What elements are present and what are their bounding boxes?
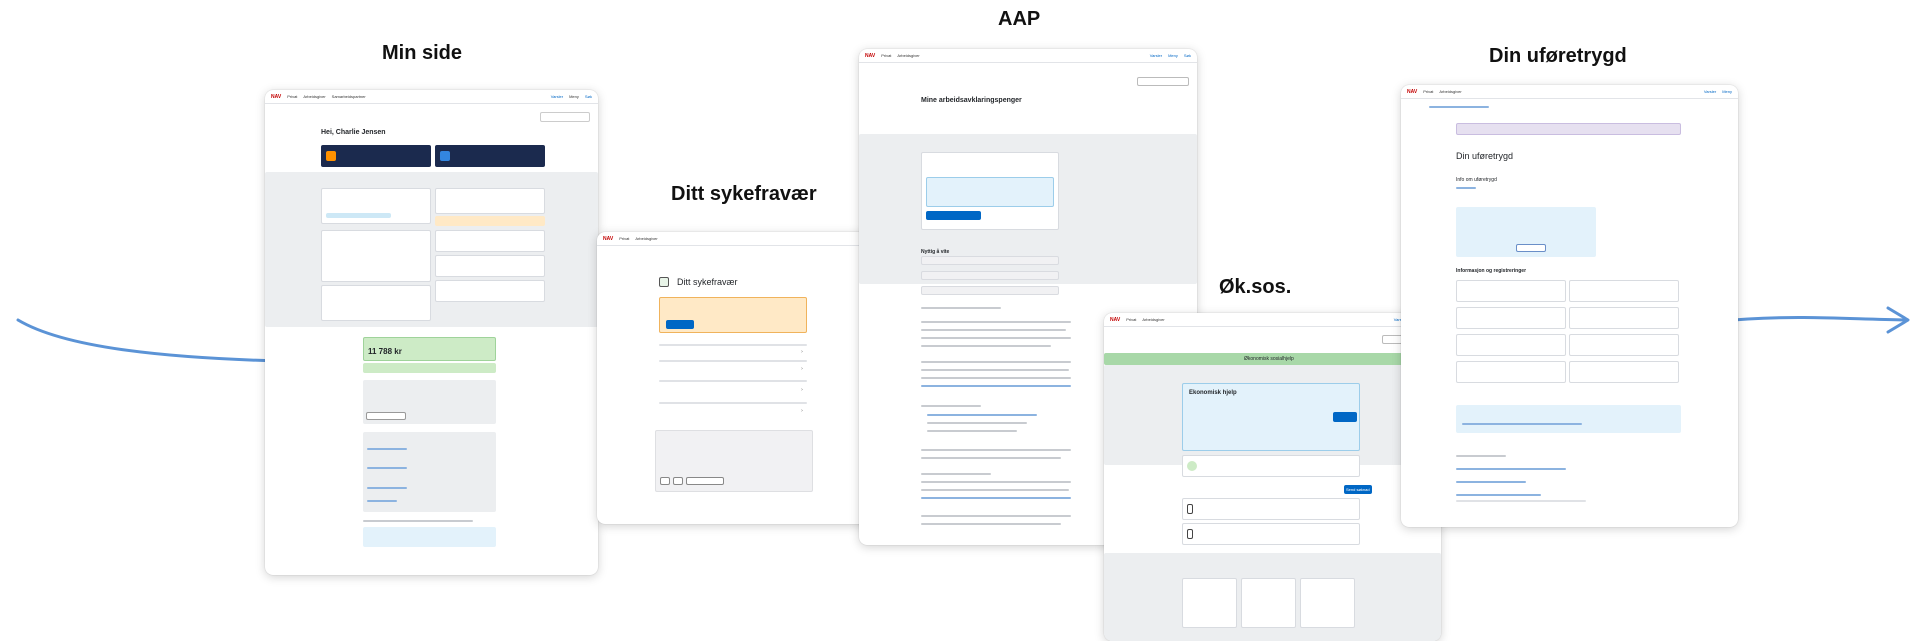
tile-1[interactable] <box>1182 578 1237 628</box>
uforetrygd-subtitle: Info om uføretrygd <box>1456 177 1497 183</box>
nav-privat[interactable]: Privat <box>287 94 297 99</box>
nav-bar: NAV Privat Arbeidsgiver Varsler Meny <box>1401 85 1738 99</box>
nav-logo: NAV <box>603 235 614 242</box>
panel-arbeidsledig[interactable] <box>435 188 545 214</box>
nav-meny[interactable]: Meny <box>569 94 579 99</box>
tile-2[interactable] <box>1241 578 1296 628</box>
amount-panel[interactable]: 11 788 kr <box>363 337 496 361</box>
nav-samarbeid[interactable]: Samarbeidspartner <box>332 94 366 99</box>
nav-arbeidsgiver[interactable]: Arbeidsgiver <box>897 53 919 58</box>
banner-text: Økonomisk sosialhjelp <box>1244 356 1294 362</box>
panel-info <box>321 285 431 321</box>
nav-logo: NAV <box>865 52 876 59</box>
nav-logo: NAV <box>1407 88 1418 95</box>
screenshot-uforetrygd: NAV Privat Arbeidsgiver Varsler Meny Din… <box>1401 85 1738 527</box>
info-box <box>1456 405 1681 433</box>
language-select[interactable] <box>1137 77 1189 86</box>
gray-block-2 <box>363 432 496 512</box>
send-button[interactable]: Send søknad <box>1344 485 1372 494</box>
nav-arbeidsgiver[interactable]: Arbeidsgiver <box>1142 317 1164 322</box>
section-heading: Nyttig å vite <box>921 249 950 255</box>
tile-2[interactable] <box>1569 280 1679 302</box>
nav-sok[interactable]: Søk <box>585 94 592 99</box>
info-alert <box>926 177 1054 207</box>
bandage-icon <box>659 277 669 287</box>
nav-privat[interactable]: Privat <box>619 236 629 241</box>
label-min-side: Min side <box>382 42 463 64</box>
screenshot-sykefravaer: NAV Privat Arbeidsgiver Meny Søk Ditt sy… <box>597 232 899 524</box>
link-row-2[interactable] <box>921 271 1059 280</box>
nav-varsler[interactable]: Varsler <box>1704 89 1716 94</box>
panel-sykefravaer[interactable] <box>321 188 431 224</box>
nav-arbeidsgiver[interactable]: Arbeidsgiver <box>303 94 325 99</box>
panel-utbetalinger[interactable] <box>1182 455 1360 477</box>
card-dark-1[interactable] <box>321 145 431 167</box>
doc-row-2[interactable] <box>1182 523 1360 545</box>
tile-3[interactable] <box>1456 307 1566 329</box>
send-label: Send søknad <box>1346 487 1370 492</box>
warning-strip <box>435 216 545 226</box>
nav-bar: NAV Privat Arbeidsgiver Meny Søk <box>597 232 899 246</box>
nav-varsler[interactable]: Varsler <box>1150 53 1162 58</box>
tile-4[interactable] <box>1569 307 1679 329</box>
alert-button[interactable] <box>666 320 694 329</box>
nav-arbeidsgiver[interactable]: Arbeidsgiver <box>1439 89 1461 94</box>
label-aap: AAP <box>998 8 1041 30</box>
nav-bar: NAV Privat Arbeidsgiver Varsler Meny Søk <box>1104 313 1441 327</box>
language-select[interactable] <box>540 112 590 122</box>
purple-alert <box>1456 123 1681 135</box>
info-button[interactable] <box>1333 412 1357 422</box>
info-block[interactable] <box>363 527 496 547</box>
status-button[interactable] <box>926 211 981 220</box>
tile-5[interactable] <box>1456 334 1566 356</box>
greeting: Hei, Charlie Jensen <box>321 129 386 136</box>
nav-arbeidsgiver[interactable]: Arbeidsgiver <box>635 236 657 241</box>
label-oksos: Øk.sos. <box>1219 276 1292 298</box>
warning-alert <box>659 297 807 333</box>
tile-1[interactable] <box>1456 280 1566 302</box>
amount-value: 11 788 kr <box>368 347 402 356</box>
nav-logo: NAV <box>1110 316 1121 323</box>
info-card <box>1456 207 1596 257</box>
panel-ny-2[interactable] <box>435 255 545 277</box>
nav-privat[interactable]: Privat <box>1423 89 1433 94</box>
link-row-3[interactable] <box>921 286 1059 295</box>
label-uforetrygd: Din uføretrygd <box>1489 45 1627 67</box>
section-heading: Informasjon og registreringer <box>1456 268 1527 274</box>
nav-bar: NAV Privat Arbeidsgiver Samarbeidspartne… <box>265 90 598 104</box>
nav-meny[interactable]: Meny <box>1722 89 1732 94</box>
tile-8[interactable] <box>1569 361 1679 383</box>
nav-logo: NAV <box>271 93 282 100</box>
nav-varsler[interactable]: Varsler <box>551 94 563 99</box>
label-sykefravaer: Ditt sykefravær <box>671 183 817 205</box>
amount-strip <box>363 363 496 373</box>
panel-utbetaling[interactable] <box>321 230 431 282</box>
nav-bar: NAV Privat Arbeidsgiver Varsler Meny Søk <box>859 49 1197 63</box>
gray-block-1 <box>363 380 496 424</box>
aap-title: Mine arbeidsavklaringspenger <box>921 97 1022 104</box>
nav-sok[interactable]: Søk <box>1184 53 1191 58</box>
screenshot-min-side: NAV Privat Arbeidsgiver Samarbeidspartne… <box>265 90 598 575</box>
tile-7[interactable] <box>1456 361 1566 383</box>
card-dark-2[interactable] <box>435 145 545 167</box>
doc-row-1[interactable] <box>1182 498 1360 520</box>
tile-3[interactable] <box>1300 578 1355 628</box>
nav-privat[interactable]: Privat <box>881 53 891 58</box>
status-panel <box>921 152 1059 230</box>
sykefravaer-title: Ditt sykefravær <box>677 277 738 287</box>
screenshot-oksos: NAV Privat Arbeidsgiver Varsler Meny Søk… <box>1104 313 1441 641</box>
nav-privat[interactable]: Privat <box>1126 317 1136 322</box>
banner: Økonomisk sosialhjelp <box>1104 353 1441 365</box>
info-title: Ekonomisk hjelp <box>1189 390 1237 396</box>
info-card: Ekonomisk hjelp <box>1182 383 1360 451</box>
uforetrygd-title: Din uføretrygd <box>1456 151 1514 161</box>
tile-6[interactable] <box>1569 334 1679 356</box>
panel-ny-1[interactable] <box>435 230 545 252</box>
link-row-1[interactable] <box>921 256 1059 265</box>
feedback-block <box>655 430 813 492</box>
nav-meny[interactable]: Meny <box>1168 53 1178 58</box>
panel-ny-3[interactable] <box>435 280 545 302</box>
gray-section <box>265 172 598 327</box>
